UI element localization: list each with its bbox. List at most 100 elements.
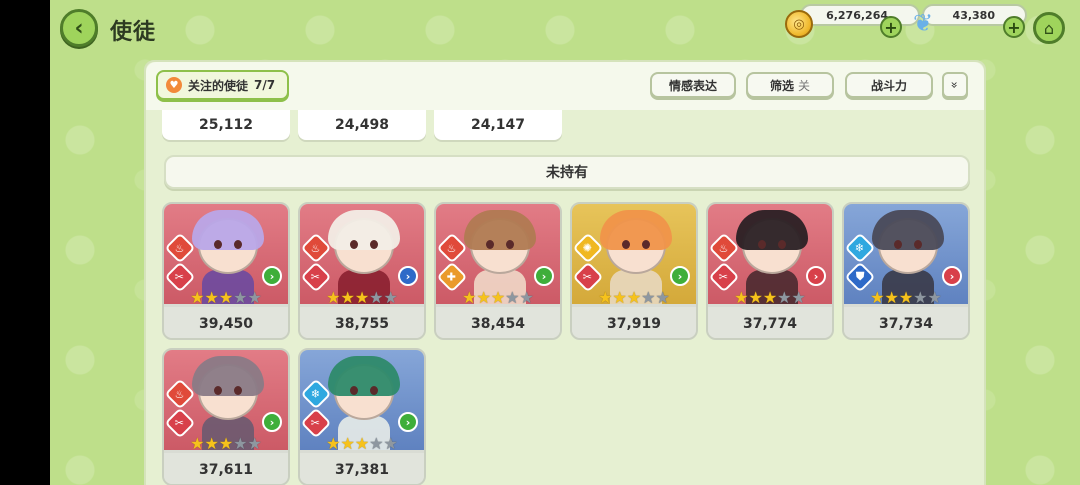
- star-filled-icon: ★: [354, 434, 370, 453]
- chevron-right-icon: ›: [398, 412, 418, 432]
- filter-button[interactable]: 筛选 关: [746, 72, 834, 98]
- coin-icon: ◎: [785, 10, 813, 38]
- star-filled-icon: ★: [870, 288, 885, 307]
- filter-state: 关: [798, 78, 811, 93]
- star-empty-icon: ★: [641, 288, 656, 307]
- star-rating: ★ ★ ★ ★ ★: [436, 289, 560, 307]
- star-filled-icon: ★: [748, 288, 763, 307]
- apostle-card[interactable]: ❄ ✂ › ★ ★ ★ ★ ★ 37,381: [298, 348, 426, 485]
- combat-power: 37,774: [708, 307, 832, 338]
- portrait-eye: [234, 386, 242, 395]
- filter-label: 筛选: [769, 78, 794, 93]
- portrait-eye: [622, 240, 630, 249]
- emotion-button[interactable]: 情感表达: [650, 72, 736, 98]
- owned-card-power: 24,147: [470, 117, 526, 133]
- apostle-card[interactable]: ♨ ✂ › ★ ★ ★ ★ ★ 38,755: [298, 202, 426, 340]
- star-empty-icon: ★: [913, 288, 928, 307]
- apostle-card[interactable]: ✺ ✂ › ★ ★ ★ ★ ★ 37,919: [570, 202, 698, 340]
- heart-icon: ♥: [166, 77, 182, 93]
- portrait-hair: [192, 356, 264, 396]
- owned-card-partial[interactable]: 24,498: [298, 110, 426, 140]
- star-filled-icon: ★: [884, 288, 899, 307]
- sort-label: 战斗力: [870, 78, 907, 93]
- star-empty-icon: ★: [233, 288, 248, 307]
- star-filled-icon: ★: [476, 288, 491, 307]
- star-empty-icon: ★: [369, 288, 384, 307]
- portrait-eye: [894, 240, 902, 249]
- chevron-right-icon: ›: [670, 266, 690, 286]
- portrait-eye: [350, 240, 358, 249]
- back-button[interactable]: ‹: [60, 9, 98, 47]
- sort-power-button[interactable]: 战斗力: [845, 72, 933, 98]
- chevron-right-icon: ›: [262, 266, 282, 286]
- portrait-eye: [370, 386, 378, 395]
- owned-card-power: 24,498: [334, 117, 390, 133]
- star-empty-icon: ★: [383, 288, 398, 307]
- chevron-double-down-icon: »: [948, 81, 962, 89]
- portrait-hair: [600, 210, 672, 250]
- star-rating: ★ ★ ★ ★ ★: [708, 289, 832, 307]
- star-filled-icon: ★: [190, 434, 205, 453]
- star-filled-icon: ★: [762, 288, 778, 307]
- star-filled-icon: ★: [218, 288, 234, 307]
- portrait-eye: [914, 240, 922, 249]
- apostle-card[interactable]: ♨ ✂ › ★ ★ ★ ★ ★ 37,774: [706, 202, 834, 340]
- portrait-eye: [642, 240, 650, 249]
- home-button[interactable]: ⌂: [1033, 12, 1065, 44]
- portrait-hair: [872, 210, 944, 250]
- star-filled-icon: ★: [204, 434, 219, 453]
- apostle-card[interactable]: ♨ ✚ › ★ ★ ★ ★ ★ 38,454: [434, 202, 562, 340]
- add-coins-button[interactable]: +: [880, 16, 902, 38]
- star-empty-icon: ★: [247, 288, 262, 307]
- portrait-eye: [758, 240, 766, 249]
- add-gems-button[interactable]: +: [1003, 16, 1025, 38]
- apostle-card[interactable]: ♨ ✂ › ★ ★ ★ ★ ★ 37,611: [162, 348, 290, 485]
- star-empty-icon: ★: [505, 288, 520, 307]
- star-filled-icon: ★: [190, 288, 205, 307]
- portrait-hair: [464, 210, 536, 250]
- star-filled-icon: ★: [204, 288, 219, 307]
- apostle-card[interactable]: ❄ ⛊ › ★ ★ ★ ★ ★ 37,734: [842, 202, 970, 340]
- coin-counter: 6,276,264: [800, 4, 920, 26]
- chevron-right-icon: ›: [942, 266, 962, 286]
- star-rating: ★ ★ ★ ★ ★: [300, 435, 424, 453]
- favorites-toggle-button[interactable]: ♥ 关注的使徒 7/7: [156, 70, 290, 100]
- star-filled-icon: ★: [626, 288, 642, 307]
- star-rating: ★ ★ ★ ★ ★: [844, 289, 968, 307]
- star-rating: ★ ★ ★ ★ ★: [164, 435, 288, 453]
- portrait-hair: [192, 210, 264, 250]
- apostle-card[interactable]: ♨ ✂ › ★ ★ ★ ★ ★ 39,450: [162, 202, 290, 340]
- chevron-right-icon: ›: [806, 266, 826, 286]
- portrait-eye: [234, 240, 242, 249]
- owned-card-partial[interactable]: 24,147: [434, 110, 562, 140]
- expand-button[interactable]: »: [942, 72, 968, 98]
- star-filled-icon: ★: [340, 434, 355, 453]
- combat-power: 38,755: [300, 307, 424, 338]
- portrait-eye: [350, 386, 358, 395]
- combat-power: 37,381: [300, 453, 424, 484]
- page-title: 使徒: [110, 20, 157, 45]
- star-filled-icon: ★: [326, 288, 341, 307]
- star-filled-icon: ★: [898, 288, 914, 307]
- owned-card-partial[interactable]: 25,112: [162, 110, 290, 140]
- portrait-eye: [214, 386, 222, 395]
- owned-card-power: 25,112: [198, 117, 254, 133]
- portrait-eye: [214, 240, 222, 249]
- star-empty-icon: ★: [233, 434, 248, 453]
- star-rating: ★ ★ ★ ★ ★: [164, 289, 288, 307]
- star-filled-icon: ★: [490, 288, 506, 307]
- star-filled-icon: ★: [598, 288, 613, 307]
- portrait-eye: [778, 240, 786, 249]
- star-empty-icon: ★: [247, 434, 262, 453]
- star-filled-icon: ★: [354, 288, 370, 307]
- combat-power: 37,734: [844, 307, 968, 338]
- chevron-right-icon: ›: [262, 412, 282, 432]
- star-empty-icon: ★: [927, 288, 942, 307]
- star-filled-icon: ★: [340, 288, 355, 307]
- star-filled-icon: ★: [734, 288, 749, 307]
- not-owned-label: 未持有: [546, 165, 588, 181]
- combat-power: 39,450: [164, 307, 288, 338]
- star-empty-icon: ★: [369, 434, 384, 453]
- back-arrow-icon: ‹: [74, 15, 84, 41]
- star-empty-icon: ★: [655, 288, 670, 307]
